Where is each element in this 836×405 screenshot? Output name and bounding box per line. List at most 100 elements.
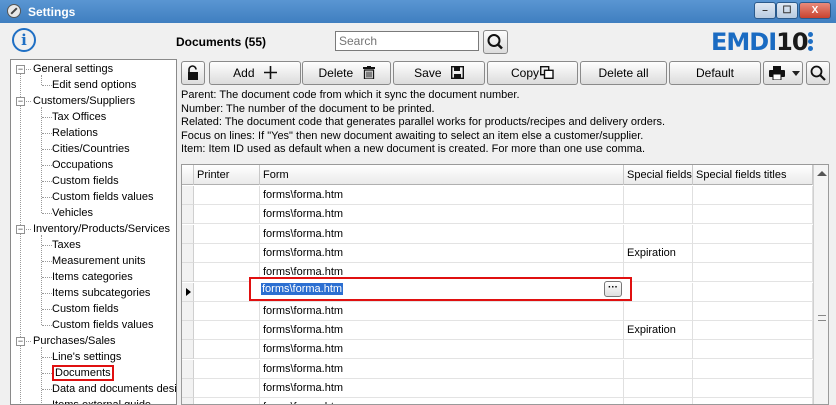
form-cell[interactable]: forms\forma.htm (260, 359, 624, 379)
row-header[interactable] (182, 282, 194, 302)
form-cell-editor[interactable]: forms\forma.htm ··· (249, 277, 632, 301)
printer-cell[interactable] (194, 301, 260, 321)
tree-item[interactable]: Inventory/Products/Services (33, 221, 170, 237)
search-input[interactable] (335, 31, 479, 51)
special-fields-titles-cell[interactable] (693, 398, 813, 404)
special-fields-cell[interactable]: Expiration (624, 321, 693, 341)
printer-cell[interactable] (194, 359, 260, 379)
info-icon[interactable]: i (12, 28, 36, 52)
form-cell[interactable]: forms\forma.htm (260, 224, 624, 244)
form-cell[interactable]: forms\forma.htm (260, 186, 624, 205)
table-row[interactable]: forms\forma.htm (182, 224, 813, 244)
special-fields-cell[interactable]: Expiration (624, 243, 693, 263)
minimize-button[interactable]: – (754, 2, 776, 19)
printer-cell[interactable] (194, 340, 260, 360)
row-header[interactable] (182, 379, 194, 398)
tree-item[interactable]: Items categories (52, 269, 133, 285)
special-fields-cell[interactable] (624, 282, 693, 302)
tree-item[interactable]: Custom fields (52, 173, 119, 189)
tree-item[interactable]: Occupations (52, 157, 113, 173)
special-fields-cell[interactable] (624, 224, 693, 244)
title-bar[interactable]: Settings – ☐ X (0, 0, 836, 23)
special-fields-titles-cell[interactable] (693, 205, 813, 225)
special-fields-cell[interactable] (624, 359, 693, 379)
form-cell[interactable]: forms\forma.htm (260, 205, 624, 225)
printer-cell[interactable] (194, 321, 260, 341)
tree-item[interactable]: Items subcategories (52, 285, 150, 301)
row-header[interactable] (182, 359, 194, 379)
tree-item[interactable]: Tax Offices (52, 109, 106, 125)
vertical-scrollbar[interactable] (813, 165, 828, 404)
table-row[interactable]: forms\forma.htm (182, 186, 813, 205)
more-options-icon[interactable] (808, 32, 814, 52)
special-fields-titles-cell[interactable] (693, 282, 813, 302)
chevron-down-icon[interactable] (792, 71, 800, 77)
table-row[interactable]: forms\forma.htm (182, 340, 813, 360)
zoom-button[interactable] (806, 61, 830, 85)
tree-item[interactable]: Custom fields (52, 301, 119, 317)
browse-ellipsis-button[interactable]: ··· (604, 281, 622, 297)
tree-item[interactable]: Custom fields values (52, 317, 154, 333)
scroll-grip-icon[interactable] (818, 315, 826, 321)
table-row[interactable]: forms\forma.htm (182, 359, 813, 379)
row-header[interactable] (182, 301, 194, 321)
table-row[interactable]: forms\forma.htm (182, 301, 813, 321)
row-header[interactable] (182, 398, 194, 404)
special-fields-titles-cell[interactable] (693, 340, 813, 360)
tree-collapse-icon[interactable]: − (16, 225, 25, 234)
tree-item[interactable]: General settings (33, 61, 113, 77)
special-fields-titles-cell[interactable] (693, 243, 813, 263)
tree-item[interactable]: Edit send options (52, 77, 136, 93)
lock-button[interactable] (181, 61, 205, 85)
default-button[interactable]: Default (669, 61, 761, 85)
tree-item[interactable]: Line's settings (52, 349, 121, 365)
special-fields-titles-cell[interactable] (693, 379, 813, 398)
copy-button[interactable]: Copy (487, 61, 578, 85)
printer-cell[interactable] (194, 243, 260, 263)
tree-item[interactable]: Items external guide (52, 397, 151, 404)
special-fields-cell[interactable] (624, 379, 693, 398)
table-row[interactable]: forms\forma.htm (182, 205, 813, 225)
tree-item[interactable]: Relations (52, 125, 98, 141)
maximize-button[interactable]: ☐ (776, 2, 798, 19)
scroll-up-arrow-icon[interactable] (817, 171, 827, 176)
special-fields-titles-cell[interactable] (693, 321, 813, 341)
printer-cell[interactable] (194, 186, 260, 205)
tree-item[interactable]: Cities/Countries (52, 141, 130, 157)
table-row[interactable]: forms\forma.htm (182, 398, 813, 404)
row-header[interactable] (182, 243, 194, 263)
table-row[interactable]: forms\forma.htm (182, 379, 813, 398)
column-header-form[interactable]: Form (260, 165, 624, 185)
tree-item[interactable]: Customers/Suppliers (33, 93, 135, 109)
printer-cell[interactable] (194, 379, 260, 398)
print-button[interactable] (763, 61, 803, 85)
row-header[interactable] (182, 340, 194, 360)
row-header[interactable] (182, 186, 194, 205)
tree-item[interactable]: Data and documents desi (52, 381, 176, 397)
tree-collapse-icon[interactable]: − (16, 337, 25, 346)
tree-item[interactable]: Documents (52, 365, 114, 381)
add-button[interactable]: Add (209, 61, 301, 85)
form-cell[interactable]: forms\forma.htm (260, 340, 624, 360)
special-fields-titles-cell[interactable] (693, 359, 813, 379)
special-fields-titles-cell[interactable] (693, 263, 813, 283)
tree-collapse-icon[interactable]: − (16, 97, 25, 106)
special-fields-cell[interactable] (624, 398, 693, 404)
settings-tree[interactable]: − General settings Edit send options − Custo… (10, 59, 177, 405)
search-button[interactable] (483, 30, 508, 54)
special-fields-cell[interactable] (624, 186, 693, 205)
special-fields-cell[interactable] (624, 263, 693, 283)
table-row[interactable]: forms\forma.htm Expiration (182, 321, 813, 341)
form-cell[interactable]: forms\forma.htm (260, 243, 624, 263)
save-button[interactable]: Save (393, 61, 485, 85)
table-row[interactable]: forms\forma.htm Expiration (182, 243, 813, 263)
form-cell[interactable]: forms\forma.htm (260, 398, 624, 404)
tree-item[interactable]: Vehicles (52, 205, 93, 221)
row-header[interactable] (182, 205, 194, 225)
special-fields-cell[interactable] (624, 205, 693, 225)
form-cell[interactable]: forms\forma.htm (260, 379, 624, 398)
printer-cell[interactable] (194, 224, 260, 244)
delete-all-button[interactable]: Delete all (580, 61, 667, 85)
tree-item[interactable]: Taxes (52, 237, 81, 253)
tree-item[interactable]: Purchases/Sales (33, 333, 116, 349)
